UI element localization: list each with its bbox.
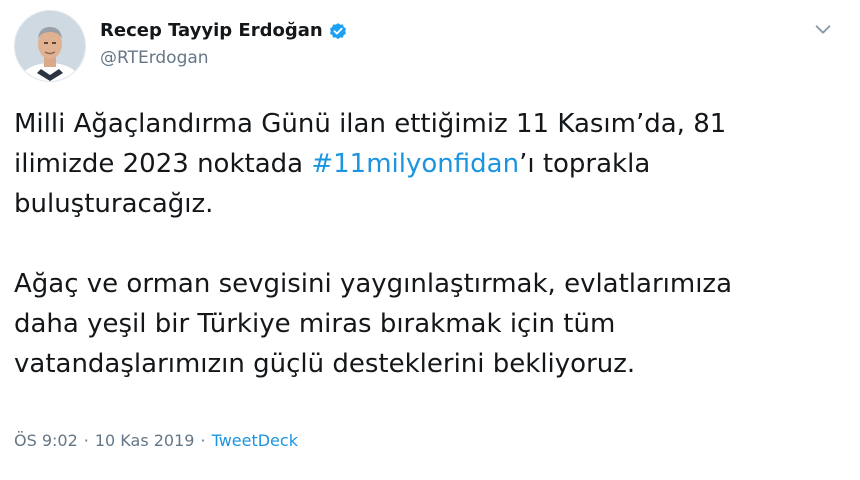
author-handle[interactable]: @RTErdogan [100,48,209,68]
profile-photo-icon [15,11,85,81]
hashtag-link[interactable]: #11milyonfidan [311,149,519,179]
tweet-time[interactable]: ÖS 9:02 [14,431,78,450]
tweet-date[interactable]: 10 Kas 2019 [95,431,195,450]
text-line: Milli Ağaçlandırma Günü ilan ettiğimiz 1… [14,109,727,139]
meta-separator: · [83,431,89,450]
tweet-paragraph-1: Milli Ağaçlandırma Günü ilan ettiğimiz 1… [14,104,834,224]
chevron-down-icon[interactable] [812,18,834,40]
text-line: daha yeşil bir Türkiye miras bırakmak iç… [14,309,616,339]
meta-separator: · [200,431,206,450]
text-segment: ilimizde 2023 noktada [14,149,312,179]
tweet-meta: ÖS 9:02 · 10 Kas 2019 · TweetDeck [14,431,298,450]
text-line: ilimizde 2023 noktada #11milyonfidan’ı t… [14,144,834,184]
author-name[interactable]: Recep Tayyip Erdoğan [100,20,323,41]
text-segment: ’ı toprakla [519,149,651,179]
text-line: Ağaç ve orman sevgisini yaygınlaştırmak,… [14,269,733,299]
tweet-card: Recep Tayyip Erdoğan @RTErdogan Milli Ağ… [0,0,860,480]
tweet-source-link[interactable]: TweetDeck [212,431,298,450]
text-line: buluşturacağız. [14,189,214,219]
avatar[interactable] [14,10,86,82]
verified-badge-icon [329,22,346,39]
text-line: vatandaşlarımızın güçlü desteklerini bek… [14,349,636,379]
tweet-text: Milli Ağaçlandırma Günü ilan ettiğimiz 1… [14,104,834,384]
tweet-paragraph-2: Ağaç ve orman sevgisini yaygınlaştırmak,… [14,264,834,384]
author-name-row[interactable]: Recep Tayyip Erdoğan [100,20,348,41]
